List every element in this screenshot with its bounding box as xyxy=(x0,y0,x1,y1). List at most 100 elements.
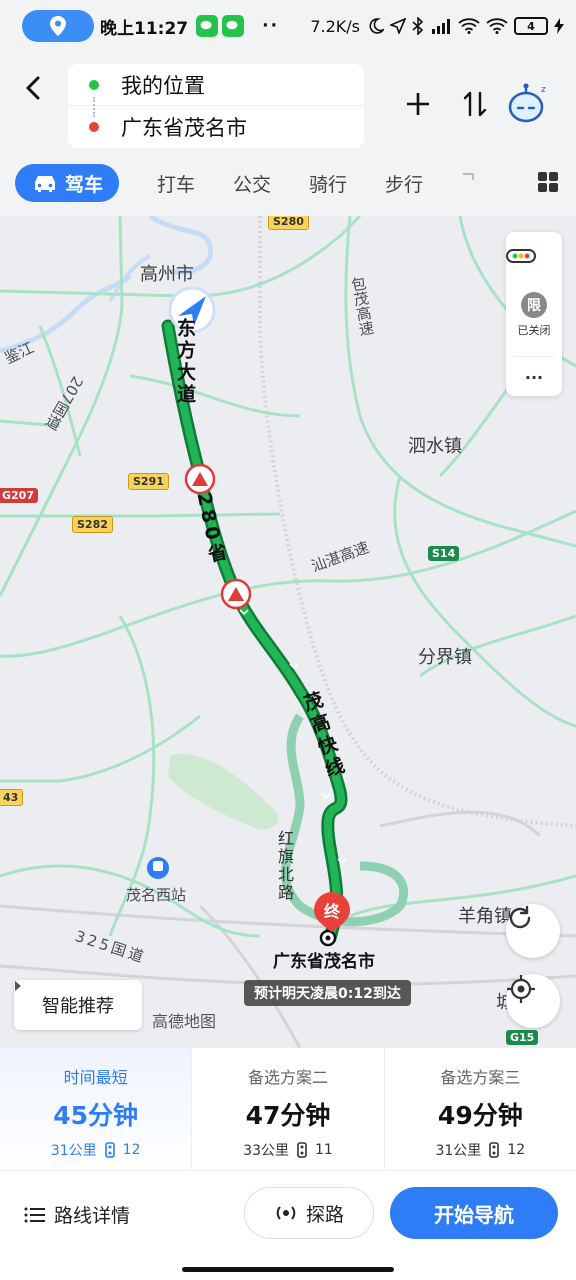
smart-recommend-button[interactable]: 智能推荐 xyxy=(14,980,142,1030)
moon-icon xyxy=(369,18,384,34)
tab-more-partial[interactable] xyxy=(461,172,475,195)
signal-broadcast-icon xyxy=(276,1206,296,1220)
route-time: 49分钟 xyxy=(437,1101,523,1130)
battery-indicator: 4 xyxy=(514,17,548,35)
travel-mode-tabs: 驾车 打车 公交 骑行 步行 xyxy=(0,160,576,206)
shield-s280: S280 xyxy=(268,216,309,230)
route-lights: 11 xyxy=(314,1142,333,1158)
origin-label: 我的位置 xyxy=(121,73,205,98)
destination-label: 广东省茂名市 xyxy=(121,116,247,140)
wechat-icon xyxy=(222,15,245,37)
back-button[interactable] xyxy=(18,70,50,106)
destination-map-label: 广东省茂名市 xyxy=(273,952,375,972)
route-option-2[interactable]: 备选方案二 47分钟 33公里 11 xyxy=(192,1048,385,1170)
end-marker-label: 终 xyxy=(324,902,341,921)
tab-walk[interactable]: 步行 xyxy=(385,170,423,197)
shield-43: 43 xyxy=(0,789,24,806)
swap-icon xyxy=(463,91,487,117)
plus-icon xyxy=(407,93,429,115)
bluetooth-icon xyxy=(412,17,424,35)
route-time: 47分钟 xyxy=(245,1101,331,1130)
shield-s282: S282 xyxy=(72,516,113,533)
route-distance: 31公里 xyxy=(435,1143,482,1159)
route-time: 45分钟 xyxy=(53,1101,139,1130)
location-pin-icon xyxy=(50,16,66,36)
route-option-3[interactable]: 备选方案三 49分钟 31公里 12 xyxy=(385,1048,576,1170)
start-navigation-button[interactable]: 开始导航 xyxy=(390,1187,558,1239)
route-tag: 备选方案二 xyxy=(247,1068,328,1087)
train-station-icon xyxy=(147,857,169,879)
action-bar: 路线详情 探路 开始导航 xyxy=(0,1170,576,1280)
route-tag: 时间最短 xyxy=(63,1068,128,1087)
road-dongfang: 东方大道 xyxy=(174,318,196,406)
crosshair-icon xyxy=(507,975,535,1003)
add-waypoint-button[interactable] xyxy=(400,86,436,122)
tab-taxi[interactable]: 打车 xyxy=(157,170,195,197)
tab-drive-label: 驾车 xyxy=(64,173,103,196)
wifi-icon xyxy=(486,18,508,34)
traffic-light-icon xyxy=(506,249,536,263)
shield-s291: S291 xyxy=(128,473,169,490)
locate-button[interactable] xyxy=(506,974,560,1028)
restriction-icon: 限 xyxy=(521,292,547,318)
route-lights: 12 xyxy=(122,1142,141,1158)
tab-transit[interactable]: 公交 xyxy=(233,170,271,197)
all-modes-button[interactable] xyxy=(538,172,558,192)
restriction-toggle[interactable]: 限 已关闭 xyxy=(506,292,562,338)
status-bar: 晚上11:27 ·· 7.2K/s 4 xyxy=(0,0,576,52)
caret-right-icon xyxy=(15,981,21,991)
destination-field[interactable]: 广东省茂名市 xyxy=(68,106,364,148)
route-details-label: 路线详情 xyxy=(54,1205,131,1227)
route-distance: 33公里 xyxy=(243,1143,289,1159)
refresh-route-button[interactable] xyxy=(506,904,560,958)
map-tools-panel: 限 已关闭 ··· xyxy=(506,232,562,396)
more-dots-icon: ··· xyxy=(524,368,544,387)
shield-s14: S14 xyxy=(428,546,460,561)
place-gaozhou: 高州市 xyxy=(140,264,194,285)
net-speed: 7.2K/s xyxy=(310,16,360,36)
swap-route-button[interactable] xyxy=(457,86,493,122)
wifi-icon xyxy=(458,18,480,34)
location-arrow-icon xyxy=(390,18,406,34)
route-tag: 备选方案三 xyxy=(440,1068,521,1087)
route-options: 时间最短 45分钟 31公里 12 备选方案二 47分钟 33公里 11 备选方… xyxy=(0,1048,576,1170)
restriction-status: 已关闭 xyxy=(517,324,551,337)
route-input-box: 我的位置 广东省茂名市 xyxy=(68,64,364,148)
smart-recommend-label: 智能推荐 xyxy=(42,996,114,1017)
tab-drive[interactable]: 驾车 xyxy=(15,164,119,202)
origin-dot-icon xyxy=(89,79,99,90)
place-fenjie: 分界镇 xyxy=(418,647,472,668)
car-icon xyxy=(34,176,55,192)
more-tools-button[interactable]: ··· xyxy=(506,368,562,387)
explore-button[interactable]: 探路 xyxy=(244,1187,374,1239)
road-hongqi: 红旗北路 xyxy=(275,830,294,902)
map-brand-logo: 高德地图 xyxy=(152,1012,217,1031)
route-details-button[interactable]: 路线详情 xyxy=(24,1201,130,1228)
assistant-button[interactable]: z xyxy=(505,80,549,124)
assistant-mascot-icon: z xyxy=(508,83,546,123)
refresh-icon xyxy=(509,905,531,929)
place-maoming-west: 茂名西站 xyxy=(126,886,187,904)
route-header: 我的位置 广东省茂名市 z 驾车 打车 公交 骑行 步行 xyxy=(0,52,576,216)
svg-text:z: z xyxy=(541,85,546,95)
shield-g15: G15 xyxy=(506,1030,539,1045)
construction-marker xyxy=(184,463,216,495)
wechat-icon xyxy=(196,15,219,37)
home-indicator[interactable] xyxy=(182,1267,394,1272)
signal-icon xyxy=(432,19,450,34)
charging-icon xyxy=(554,18,564,34)
tab-bike[interactable]: 骑行 xyxy=(309,170,347,197)
place-yangjiao: 羊角镇 xyxy=(458,906,512,927)
location-indicator xyxy=(22,10,94,42)
destination-dot-icon xyxy=(89,122,99,132)
place-sishui: 泗水镇 xyxy=(408,436,462,457)
shield-g207: G207 xyxy=(0,488,38,503)
map-view[interactable]: 终 高州市 泗水镇 分界镇 茂名西站 羊角镇 鉴江 城 东方大道 280省 茂高… xyxy=(0,216,576,1048)
traffic-light-icon xyxy=(489,1142,500,1158)
route-distance: 31公里 xyxy=(50,1143,97,1159)
origin-field[interactable]: 我的位置 xyxy=(68,64,364,106)
flight-icon xyxy=(463,172,475,180)
eta-tooltip: 预计明天凌晨0:12到达 xyxy=(244,980,411,1006)
list-icon xyxy=(24,1207,45,1222)
route-option-1[interactable]: 时间最短 45分钟 31公里 12 xyxy=(0,1048,193,1170)
